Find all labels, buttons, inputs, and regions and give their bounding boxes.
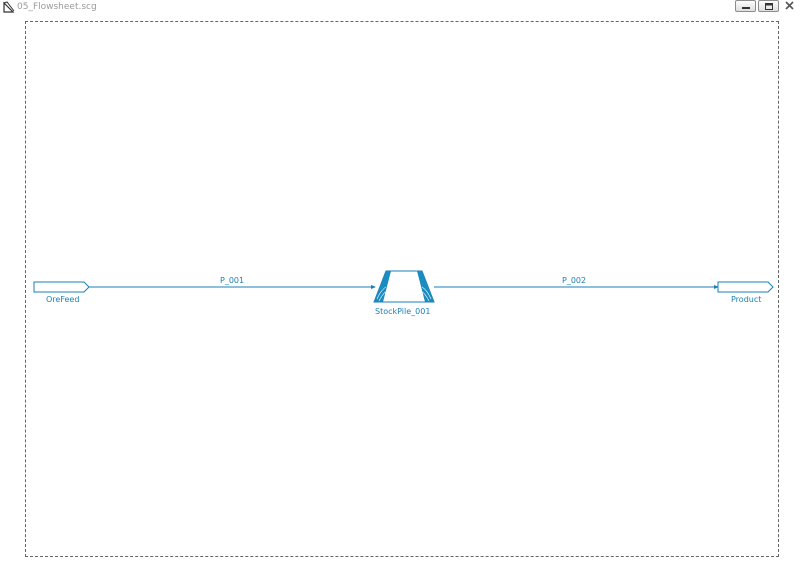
product-label: Product — [731, 295, 762, 304]
stream-p002[interactable] — [434, 285, 719, 289]
restore-icon — [765, 3, 773, 10]
title-bar: 05_Flowsheet.scg — [0, 0, 800, 15]
minimize-icon — [742, 7, 750, 9]
product-icon[interactable] — [717, 281, 774, 293]
stockpile-icon[interactable] — [373, 270, 435, 303]
minimize-button[interactable] — [735, 0, 756, 12]
flowsheet-canvas[interactable]: OreFeed P_001 StockPile_001 P_002 Produc… — [0, 15, 800, 561]
flowsheet-graphics — [33, 270, 774, 303]
stream-label-p002: P_002 — [562, 276, 587, 285]
restore-button[interactable] — [758, 0, 779, 12]
feeder-icon[interactable] — [33, 281, 90, 293]
unit-label: StockPile_001 — [375, 307, 431, 316]
flowsheet-icon — [3, 1, 15, 13]
window-title: 05_Flowsheet.scg — [17, 2, 97, 12]
feed-label: OreFeed — [46, 295, 80, 304]
stream-label-p001: P_001 — [220, 276, 245, 285]
close-icon — [785, 1, 794, 10]
close-button[interactable] — [781, 0, 799, 12]
stream-p001[interactable] — [89, 285, 376, 289]
